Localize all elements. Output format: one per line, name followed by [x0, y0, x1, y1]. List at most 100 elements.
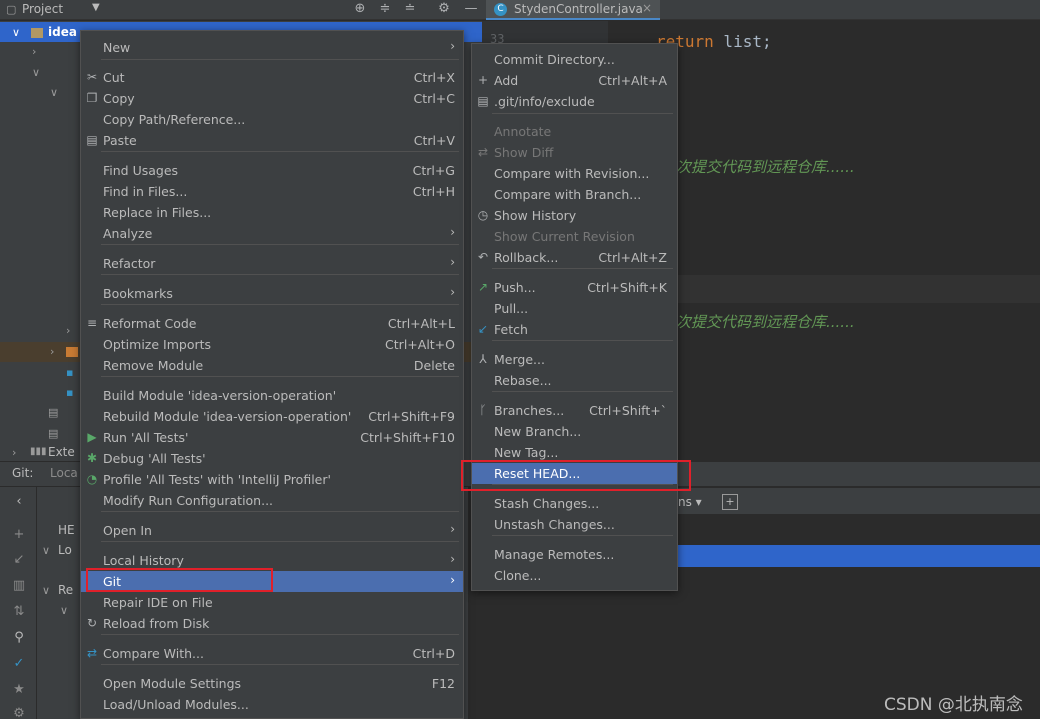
project-root-label[interactable]: idea — [48, 25, 77, 39]
git-menu-item-new-branch[interactable]: New Branch... — [472, 421, 677, 442]
chevron-right-icon[interactable]: › — [66, 324, 70, 337]
git-menu-item-manage-remotes[interactable]: Manage Remotes... — [472, 544, 677, 565]
chevron-down-icon[interactable]: ▼ — [92, 2, 100, 13]
branch-group-local[interactable]: Lo — [58, 543, 72, 557]
chevron-down-icon[interactable]: ∨ — [60, 604, 68, 617]
menu-item-rebuild-module-idea-version-operation[interactable]: Rebuild Module 'idea-version-operation' C… — [81, 406, 463, 427]
project-view-label[interactable]: Project — [22, 2, 63, 16]
reload-icon: ↻ — [86, 616, 98, 630]
menu-item-label: Repair IDE on File — [103, 595, 213, 610]
menu-item-label: Clone... — [494, 568, 542, 583]
git-menu-item-show-history[interactable]: ◷ Show History — [472, 205, 677, 226]
branch-icon: ᚴ — [479, 403, 487, 417]
menu-item-open-in[interactable]: Open In › — [81, 520, 463, 541]
menu-item-label: Copy — [103, 91, 135, 106]
project-view-icon[interactable]: ▢ — [6, 3, 16, 16]
tab-local-changes[interactable]: Loca — [50, 466, 78, 480]
menu-item-reload-from-disk[interactable]: ↻ Reload from Disk — [81, 613, 463, 634]
menu-item-bookmarks[interactable]: Bookmarks › — [81, 283, 463, 304]
menu-item-load-unload-modules[interactable]: Load/Unload Modules... — [81, 694, 463, 715]
collapse-all-icon[interactable]: ≐ — [402, 1, 418, 17]
new-tab-icon[interactable]: + — [722, 494, 738, 510]
shortcut-label: Ctrl+Shift+F9 — [368, 409, 455, 424]
minimize-icon[interactable]: — — [463, 1, 479, 17]
menu-item-paste[interactable]: ▤ Paste Ctrl+V — [81, 130, 463, 151]
git-menu-item-push[interactable]: ↗ Push... Ctrl+Shift+K — [472, 277, 677, 298]
menu-item-copy-path-reference[interactable]: Copy Path/Reference... — [81, 109, 463, 130]
menu-item-new[interactable]: New › — [81, 37, 463, 58]
back-icon[interactable]: ‹ — [11, 494, 27, 510]
menu-item-cut[interactable]: ✂ Cut Ctrl+X — [81, 67, 463, 88]
copy-icon: ❐ — [86, 91, 98, 105]
menu-item-label: Load/Unload Modules... — [103, 697, 249, 712]
git-menu-item-add[interactable]: + Add Ctrl+Alt+A — [472, 70, 677, 91]
arrow-icon[interactable]: ↙ — [11, 552, 27, 568]
menu-item-optimize-imports[interactable]: Optimize Imports Ctrl+Alt+O — [81, 334, 463, 355]
git-menu-item-fetch[interactable]: ↙ Fetch — [472, 319, 677, 340]
git-menu-item-pull[interactable]: Pull... — [472, 298, 677, 319]
menu-item-label: Profile 'All Tests' with 'IntelliJ Profi… — [103, 472, 331, 487]
menu-item-repair-ide-on-file[interactable]: Repair IDE on File — [81, 592, 463, 613]
git-menu-item-rollback[interactable]: ↶ Rollback... Ctrl+Alt+Z — [472, 247, 677, 268]
chevron-right-icon[interactable]: › — [12, 446, 16, 459]
git-menu-item-git-info-exclude[interactable]: ▤ .git/info/exclude — [472, 91, 677, 112]
push-icon: ↗ — [477, 280, 489, 294]
git-menu-item-commit-directory[interactable]: Commit Directory... — [472, 49, 677, 70]
chevron-down-icon[interactable]: ∨ — [42, 584, 50, 597]
close-icon[interactable]: × — [642, 1, 652, 15]
menu-item-refactor[interactable]: Refactor › — [81, 253, 463, 274]
menu-item-find-in-files[interactable]: Find in Files... Ctrl+H — [81, 181, 463, 202]
menu-item-debug-all-tests[interactable]: ✱ Debug 'All Tests' — [81, 448, 463, 469]
run-icon: ▶ — [87, 430, 97, 444]
git-menu-item-compare-with-branch[interactable]: Compare with Branch... — [472, 184, 677, 205]
log-row-selected[interactable] — [678, 545, 1040, 567]
external-libraries-label[interactable]: Exte — [48, 445, 75, 459]
menu-item-profile-all-tests-with-intellij-profiler[interactable]: ◔ Profile 'All Tests' with 'IntelliJ Prof… — [81, 469, 463, 490]
gear-icon[interactable]: ⚙ — [436, 1, 452, 17]
git-menu-item-clone[interactable]: Clone... — [472, 565, 677, 586]
plus-icon[interactable]: + — [11, 527, 27, 543]
git-menu-item-branches[interactable]: ᚴ Branches... Ctrl+Shift+` — [472, 400, 677, 421]
git-menu-item-compare-with-revision[interactable]: Compare with Revision... — [472, 163, 677, 184]
menu-item-reformat-code[interactable]: ≡ Reformat Code Ctrl+Alt+L — [81, 313, 463, 334]
star-icon[interactable]: ★ — [11, 682, 27, 698]
history-icon: ◷ — [477, 208, 489, 222]
chevron-down-icon[interactable]: ∨ — [42, 544, 50, 557]
menu-item-replace-in-files[interactable]: Replace in Files... — [81, 202, 463, 223]
trash-icon[interactable]: ▥ — [11, 578, 27, 594]
branch-group-remote[interactable]: Re — [58, 583, 73, 597]
menu-item-compare-with[interactable]: ⇄ Compare With... Ctrl+D — [81, 643, 463, 664]
git-menu-item-unstash-changes[interactable]: Unstash Changes... — [472, 514, 677, 535]
menu-item-modify-run-configuration[interactable]: Modify Run Configuration... — [81, 490, 463, 511]
checkout-icon[interactable]: ✓ — [11, 656, 27, 672]
log-filter-label[interactable]: ns ▾ — [678, 495, 702, 509]
menu-item-remove-module[interactable]: Remove Module Delete — [81, 355, 463, 376]
git-menu-item-stash-changes[interactable]: Stash Changes... — [472, 493, 677, 514]
chevron-right-icon[interactable]: › — [32, 45, 36, 58]
menu-item-copy[interactable]: ❐ Copy Ctrl+C — [81, 88, 463, 109]
branch-head[interactable]: HE — [58, 523, 75, 537]
chevron-down-icon[interactable]: ∨ — [32, 66, 40, 79]
settings-icon[interactable]: ⚙ — [11, 706, 27, 719]
search-icon[interactable]: ⚲ — [11, 630, 27, 646]
git-menu-item-merge[interactable]: ⅄ Merge... — [472, 349, 677, 370]
plus-icon: + — [477, 73, 489, 87]
menu-item-find-usages[interactable]: Find Usages Ctrl+G — [81, 160, 463, 181]
menu-item-run-all-tests[interactable]: ▶ Run 'All Tests' Ctrl+Shift+F10 — [81, 427, 463, 448]
locate-icon[interactable]: ⊕ — [352, 1, 368, 17]
menu-item-build-module-idea-version-operation[interactable]: Build Module 'idea-version-operation' — [81, 385, 463, 406]
shortcut-label: Ctrl+Shift+F10 — [360, 430, 455, 445]
menu-item-label: Show Current Revision — [494, 229, 635, 244]
menu-item-label: Annotate — [494, 124, 552, 139]
chevron-down-icon[interactable]: ∨ — [50, 86, 58, 99]
git-menu-item-annotate: Annotate — [472, 121, 677, 142]
menu-item-analyze[interactable]: Analyze › — [81, 223, 463, 244]
chevron-down-icon[interactable]: ∨ — [12, 26, 20, 39]
expand-all-icon[interactable]: ≑ — [377, 1, 393, 17]
shortcut-label: Ctrl+Alt+Z — [598, 250, 667, 265]
fetch-icon[interactable]: ⇅ — [11, 604, 27, 620]
tab-stydencontroller[interactable]: C StydenController.java × — [486, 0, 660, 20]
git-menu-item-rebase[interactable]: Rebase... — [472, 370, 677, 391]
menu-item-open-module-settings[interactable]: Open Module Settings F12 — [81, 673, 463, 694]
chevron-right-icon[interactable]: › — [50, 345, 54, 358]
